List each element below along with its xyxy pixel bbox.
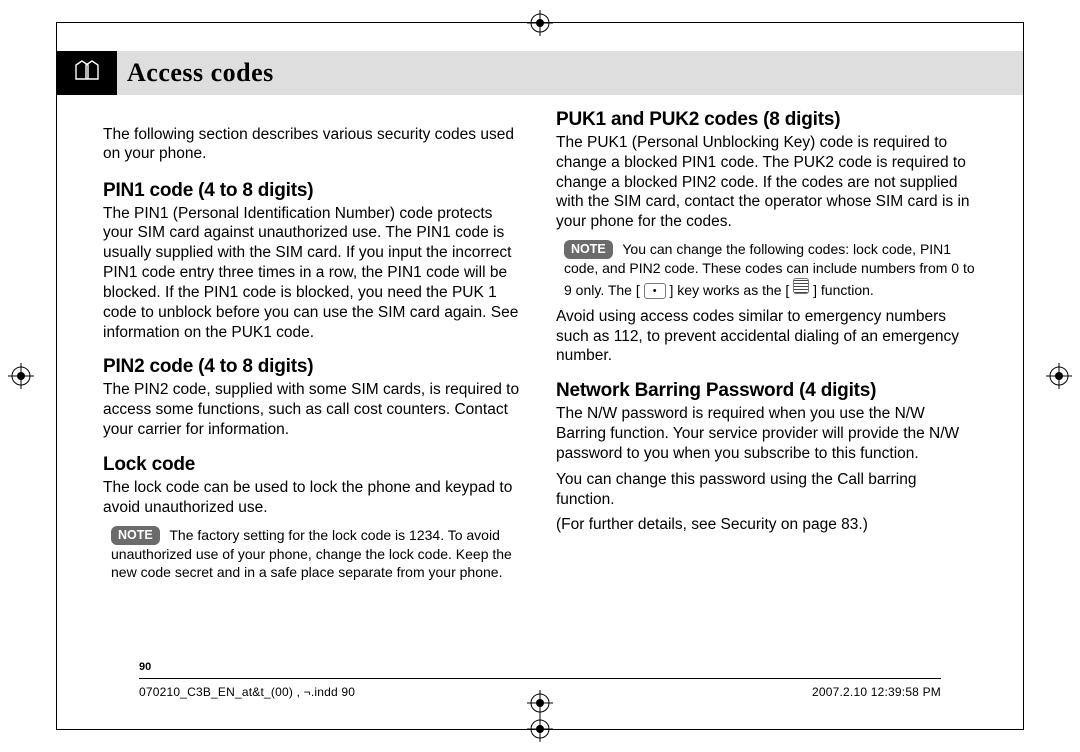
key-icon-function <box>793 278 809 294</box>
body-puk: The PUK1 (Personal Unblocking Key) code … <box>556 133 977 232</box>
print-footer: 070210_C3B_EN_at&t_(00) , ¬.indd 90 2007… <box>139 678 941 699</box>
note-puk: NOTE You can change the following codes:… <box>564 240 977 299</box>
right-column: PUK1 and PUK2 codes (8 digits) The PUK1 … <box>556 109 977 589</box>
content-columns: The following section describes various … <box>57 95 1023 589</box>
body-network-1: The N/W password is required when you us… <box>556 404 977 463</box>
body-network-2: You can change this password using the C… <box>556 470 977 510</box>
page-frame: Access codes The following section descr… <box>56 22 1024 730</box>
note-puk-text-b: ] key works as the [ <box>670 282 790 298</box>
note-lock: NOTE The factory setting for the lock co… <box>111 526 524 582</box>
key-icon-clear: • <box>644 283 666 299</box>
registration-mark-left <box>8 363 34 389</box>
page-icon <box>74 59 100 87</box>
note-lock-text: The factory setting for the lock code is… <box>111 527 512 580</box>
heading-pin1: PIN1 code (4 to 8 digits) <box>103 180 524 202</box>
note-pill: NOTE <box>111 526 160 545</box>
body-lock: The lock code can be used to lock the ph… <box>103 478 524 518</box>
body-network-3: (For further details, see Security on pa… <box>556 515 977 535</box>
note-puk-text-c: ] function. <box>813 282 874 298</box>
intro-text: The following section describes various … <box>103 125 524 165</box>
heading-lock: Lock code <box>103 454 524 476</box>
registration-mark-right <box>1046 363 1072 389</box>
heading-puk: PUK1 and PUK2 codes (8 digits) <box>556 109 977 131</box>
body-pin1: The PIN1 (Personal Identification Number… <box>103 204 524 343</box>
title-band: Access codes <box>57 51 1023 95</box>
page-title: Access codes <box>117 51 1023 95</box>
body-avoid: Avoid using access codes similar to emer… <box>556 307 977 366</box>
note-pill: NOTE <box>564 240 613 259</box>
heading-pin2: PIN2 code (4 to 8 digits) <box>103 356 524 378</box>
title-accent-block <box>57 51 117 95</box>
page-number: 90 <box>139 661 151 673</box>
heading-network-barring: Network Barring Password (4 digits) <box>556 380 977 402</box>
print-footer-right: 2007.2.10 12:39:58 PM <box>812 685 941 699</box>
body-pin2: The PIN2 code, supplied with some SIM ca… <box>103 380 524 439</box>
left-column: The following section describes various … <box>103 109 524 589</box>
print-footer-left: 070210_C3B_EN_at&t_(00) , ¬.indd 90 <box>139 685 355 699</box>
